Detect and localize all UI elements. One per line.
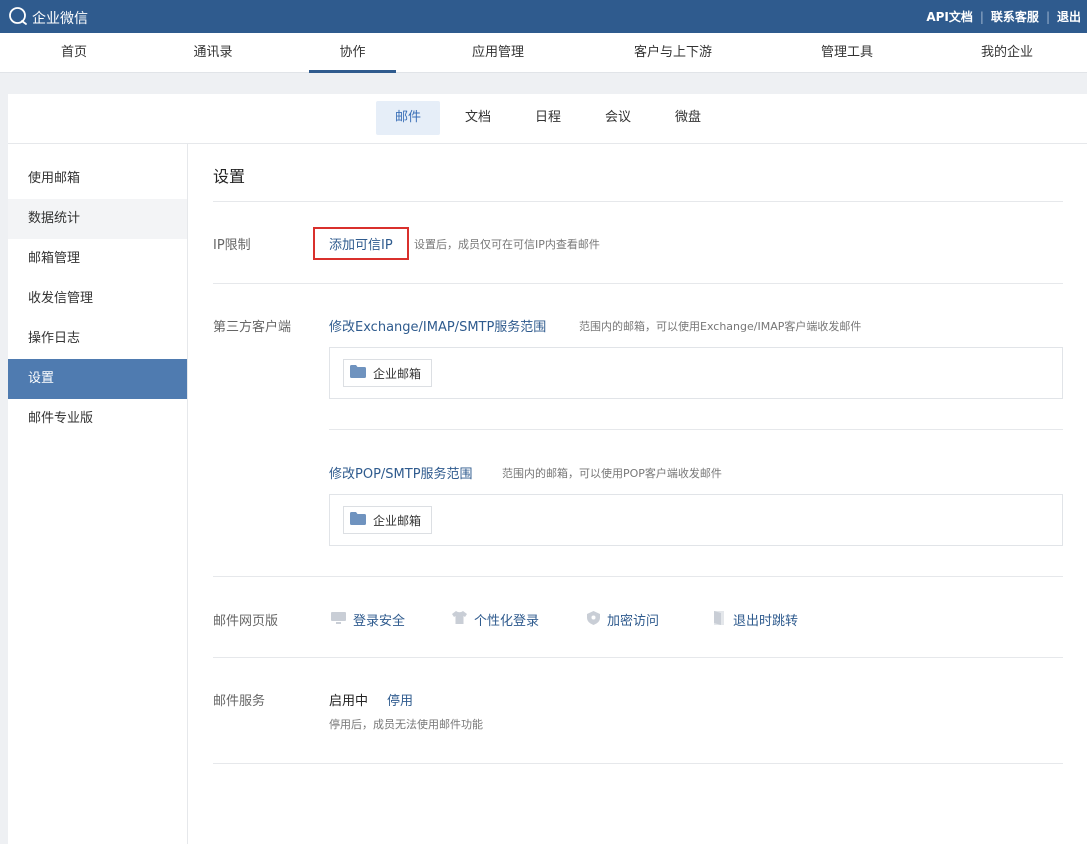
shirt-icon: [452, 611, 467, 628]
edit-exchange-scope-link[interactable]: 修改Exchange/IMAP/SMTP服务范围: [329, 316, 546, 335]
exchange-scope-box: 企业邮箱: [329, 347, 1063, 399]
page-title: 设置: [213, 167, 246, 186]
folder-icon: [350, 512, 366, 528]
tab-meeting[interactable]: 会议: [588, 101, 648, 135]
disable-mail-service-link[interactable]: 停用: [387, 690, 413, 709]
shield-icon: [587, 610, 600, 629]
mail-service-status: 启用中: [329, 694, 369, 709]
ip-restriction-label: IP限制: [213, 238, 251, 253]
nav-customers[interactable]: 客户与上下游: [603, 33, 743, 73]
door-exit-icon: [713, 610, 726, 629]
sidebar-item-statistics[interactable]: 数据统计: [8, 199, 187, 239]
pop-scope-chip-label: 企业邮箱: [373, 513, 422, 528]
login-security-item[interactable]: 登录安全: [331, 610, 405, 629]
sidebar-item-operation-log[interactable]: 操作日志: [8, 319, 187, 359]
add-trusted-ip-link[interactable]: 添加可信IP: [329, 234, 393, 253]
mail-service-label: 邮件服务: [213, 694, 266, 709]
ip-restriction-hint: 设置后，成员仅可在可信IP内查看邮件: [414, 238, 600, 251]
nav-collaboration[interactable]: 协作: [309, 33, 396, 73]
brand-title: 企业微信: [32, 11, 88, 27]
top-bar: 企业微信 API文档 | 联系客服 | 退出: [0, 0, 1087, 33]
pop-scope-chip[interactable]: 企业邮箱: [343, 506, 433, 534]
content-card: 邮件 文档 日程 会议 微盘 使用邮箱 数据统计 邮箱管理 收发信管理 操作日志…: [8, 94, 1087, 844]
nav-my-enterprise[interactable]: 我的企业: [957, 33, 1057, 73]
brand[interactable]: 企业微信: [8, 6, 88, 30]
contact-support-link[interactable]: 联系客服: [991, 8, 1039, 25]
exchange-scope-chip[interactable]: 企业邮箱: [343, 359, 433, 387]
tab-mail[interactable]: 邮件: [376, 101, 440, 135]
personalized-login-link[interactable]: 个性化登录: [474, 610, 539, 629]
api-docs-link[interactable]: API文档: [926, 8, 973, 25]
sidebar-item-mailbox-management[interactable]: 邮箱管理: [8, 239, 187, 279]
sidebar-item-settings[interactable]: 设置: [8, 359, 187, 399]
divider: [213, 576, 1063, 577]
tab-docs[interactable]: 文档: [448, 101, 508, 135]
sidebar: 使用邮箱 数据统计 邮箱管理 收发信管理 操作日志 设置 邮件专业版: [8, 144, 188, 844]
top-links: API文档 | 联系客服 | 退出: [926, 8, 1081, 25]
monitor-icon: [331, 611, 346, 628]
divider: [213, 657, 1063, 658]
exchange-scope-chip-label: 企业邮箱: [373, 366, 422, 381]
sub-nav: 邮件 文档 日程 会议 微盘: [8, 94, 1087, 144]
folder-icon: [350, 365, 366, 381]
third-party-client-label: 第三方客户端: [213, 320, 292, 335]
tab-schedule[interactable]: 日程: [518, 101, 578, 135]
sidebar-item-send-receive[interactable]: 收发信管理: [8, 279, 187, 319]
logout-link[interactable]: 退出: [1057, 8, 1081, 25]
divider: [213, 763, 1063, 764]
encrypted-access-link[interactable]: 加密访问: [607, 610, 659, 629]
settings-pane: 设置 IP限制 添加可信IP 设置后，成员仅可在可信IP内查看邮件 第三方客户端…: [213, 144, 1068, 844]
divider: [213, 283, 1063, 284]
tab-drive[interactable]: 微盘: [658, 101, 718, 135]
nav-admin-tools[interactable]: 管理工具: [797, 33, 897, 73]
exchange-scope-hint: 范围内的邮箱，可以使用Exchange/IMAP客户端收发邮件: [579, 320, 862, 333]
pop-scope-box: 企业邮箱: [329, 494, 1063, 546]
main-nav: 首页 通讯录 协作 应用管理 客户与上下游 管理工具 我的企业: [0, 33, 1087, 73]
personalized-login-item[interactable]: 个性化登录: [452, 610, 539, 629]
sidebar-item-mail-pro[interactable]: 邮件专业版: [8, 399, 187, 439]
web-mail-label: 邮件网页版: [213, 614, 279, 629]
edit-pop-scope-link[interactable]: 修改POP/SMTP服务范围: [329, 463, 473, 482]
logout-redirect-link[interactable]: 退出时跳转: [733, 610, 798, 629]
logout-redirect-item[interactable]: 退出时跳转: [713, 610, 798, 629]
wecom-logo-icon: [8, 6, 28, 30]
login-security-link[interactable]: 登录安全: [353, 610, 405, 629]
nav-home[interactable]: 首页: [24, 33, 124, 73]
divider: [213, 201, 1063, 202]
nav-contacts[interactable]: 通讯录: [163, 33, 263, 73]
sidebar-item-use-mailbox[interactable]: 使用邮箱: [8, 159, 187, 199]
nav-app-management[interactable]: 应用管理: [447, 33, 549, 73]
divider: [329, 429, 1063, 430]
mail-service-hint: 停用后，成员无法使用邮件功能: [329, 718, 483, 731]
encrypted-access-item[interactable]: 加密访问: [587, 610, 659, 629]
pop-scope-hint: 范围内的邮箱，可以使用POP客户端收发邮件: [502, 467, 722, 480]
